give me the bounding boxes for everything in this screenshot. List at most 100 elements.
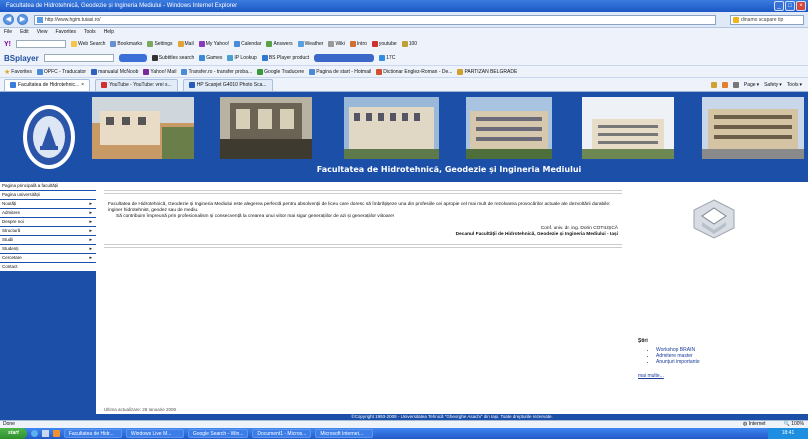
intro-button[interactable]: Intro: [349, 41, 367, 47]
system-tray-clock[interactable]: 18:41: [768, 428, 808, 439]
settings-button[interactable]: Settings: [147, 41, 173, 47]
faculty-seal-logo: [23, 105, 75, 169]
bs-player-product-button[interactable]: BS Player product: [261, 55, 309, 61]
tab-facultatea[interactable]: Facultatea de Hidrotehnic... ×: [4, 78, 91, 91]
subtitles-search-button[interactable]: Subtitles search: [151, 55, 194, 61]
news-heading: Știri: [638, 338, 648, 344]
chevron-right-icon: ▸: [89, 237, 92, 243]
building-photo-4: [466, 97, 552, 159]
page-menu[interactable]: Page ▾: [744, 82, 759, 88]
wiki-button[interactable]: Wiki: [328, 41, 345, 47]
dean-signature: Conf. univ. dr. ing. Dorin COTIUȘCĂ Deca…: [108, 226, 620, 238]
bsplayer-banner[interactable]: [314, 54, 375, 62]
calendar-button[interactable]: Calendar: [234, 41, 261, 47]
menu-edit[interactable]: Edit: [20, 28, 29, 37]
bsplayer-search-button[interactable]: [118, 54, 147, 62]
toolbar-search-field[interactable]: [16, 40, 66, 48]
taskbar-item[interactable]: Facultatea de Hidr...: [63, 429, 122, 438]
games-button[interactable]: Games: [199, 55, 222, 61]
status-text: Done: [3, 421, 15, 427]
tab-close-icon[interactable]: ×: [81, 82, 84, 88]
divider: [104, 190, 622, 191]
youtube-button[interactable]: youtube: [371, 41, 397, 47]
menu-help[interactable]: Help: [104, 28, 114, 37]
internet-zone: ◍ Internet: [742, 421, 766, 427]
bookmarks-button[interactable]: Bookmarks: [110, 41, 142, 47]
site-sidebar-nav: Pagina principală a facultății Pagina un…: [0, 182, 96, 420]
counter-button[interactable]: 100: [401, 41, 417, 47]
print-icon[interactable]: [732, 81, 739, 88]
menu-bar: File Edit View Favorites Tools Help: [0, 28, 808, 37]
web-search-button[interactable]: Web Search: [71, 41, 105, 47]
building-photo-2: [220, 97, 312, 159]
site-header: Facultatea de Hidrotehnică, Geodezie și …: [0, 92, 808, 182]
main-content: Facultatea de Hidrotehnică, Geodezie și …: [96, 182, 630, 412]
maximize-icon[interactable]: □: [785, 1, 795, 11]
last-update-text: Ultima actualizare: 28 Ianuarie 2009: [104, 407, 177, 412]
taskbar-item[interactable]: Document1 - Micros...: [252, 429, 312, 438]
nav-despre-noi[interactable]: Despre noi ▸: [0, 218, 96, 227]
news-list: Workshop BRAIN Admitere master Anunțuri …: [656, 347, 700, 365]
fav-item-transfer[interactable]: Transfer.ro - transfer proba...: [181, 68, 252, 75]
start-button[interactable]: start: [0, 428, 27, 439]
address-input[interactable]: http://www.hgim.tuiasi.ro/: [34, 15, 716, 25]
forward-arrow-icon[interactable]: ▶: [17, 14, 28, 25]
window-title: Facultatea de Hidrotehnică, Geodezie și …: [6, 3, 238, 9]
fav-item-opfc[interactable]: OPFC - Traducator: [36, 68, 86, 75]
nav-studenti[interactable]: Studenți ▸: [0, 245, 96, 254]
menu-file[interactable]: File: [4, 28, 12, 37]
favorites-button[interactable]: ★ Favorites: [4, 68, 32, 76]
taskbar-item[interactable]: Windows Live M...: [125, 429, 184, 438]
nav-pagina-universitatii[interactable]: Pagina universității: [0, 191, 96, 200]
taskbar-item[interactable]: Microsoft Internet...: [315, 429, 374, 438]
nav-noutati[interactable]: Noutăți ▸: [0, 200, 96, 209]
minimize-icon[interactable]: _: [774, 1, 784, 11]
feeds-icon[interactable]: [721, 81, 728, 88]
yahoo-logo-icon[interactable]: Y!: [4, 41, 11, 48]
menu-tools[interactable]: Tools: [84, 28, 96, 37]
chevron-right-icon: ▸: [89, 246, 92, 252]
zoom-level[interactable]: 🔍 100%: [784, 421, 804, 428]
weather-button[interactable]: Weather: [297, 41, 323, 47]
bsplayer-toolbar: BSplayer Subtitles search Games IP Looku…: [0, 51, 808, 65]
fav-item-partizan[interactable]: PARTIZAN BELGRADE: [457, 68, 517, 75]
fav-item-google-traducere[interactable]: Google Traducere: [257, 68, 304, 75]
nav-studii[interactable]: Studii ▸: [0, 236, 96, 245]
my-yahoo-button[interactable]: My Yahoo!: [198, 41, 229, 47]
weather-temp[interactable]: 17C: [379, 55, 395, 61]
building-photo-1: [92, 97, 194, 159]
close-icon[interactable]: ×: [796, 1, 806, 11]
safety-menu[interactable]: Safety ▾: [764, 82, 782, 88]
news-item[interactable]: Anunțuri importante: [656, 359, 700, 365]
quicklaunch-ie-icon[interactable]: [30, 430, 38, 437]
menu-view[interactable]: View: [37, 28, 48, 37]
more-news-link[interactable]: mai multe...: [638, 373, 664, 379]
fav-item-yahoo-mail[interactable]: Yahoo! Mail: [143, 68, 176, 75]
divider: [104, 247, 622, 248]
tab-youtube[interactable]: YouTube - YouTube: vrei s...: [95, 78, 178, 91]
search-input[interactable]: dinamo scapare tip: [730, 15, 804, 25]
building-photo-3: [344, 97, 439, 159]
status-bar: Done ◍ Internet 🔍 100%: [0, 420, 808, 428]
mail-button[interactable]: Mail: [177, 41, 194, 47]
tools-menu[interactable]: Tools ▾: [787, 82, 802, 88]
home-icon[interactable]: [710, 81, 717, 88]
nav-admitere[interactable]: Admitere ▸: [0, 209, 96, 218]
answers-button[interactable]: Answers: [266, 41, 293, 47]
nav-pagina-principala[interactable]: Pagina principală a facultății: [0, 182, 96, 191]
menu-favorites[interactable]: Favorites: [55, 28, 76, 37]
fav-item-hotmail[interactable]: Pagina de start - Hotmail: [309, 68, 371, 75]
nav-structura[interactable]: Structură ▸: [0, 227, 96, 236]
taskbar-item[interactable]: Google Search - Win...: [187, 429, 249, 438]
fav-item-mcnoob[interactable]: manualul McNoob: [91, 68, 138, 75]
quicklaunch-desktop-icon[interactable]: [41, 430, 49, 437]
ip-lookup-button[interactable]: IP Lookup: [227, 55, 257, 61]
bsplayer-logo[interactable]: BSplayer: [4, 54, 39, 63]
bsplayer-search-field[interactable]: [43, 54, 114, 62]
nav-contact[interactable]: Contact: [0, 263, 96, 272]
tab-hp-scanjet[interactable]: HP Scanjet G4010 Photo Sca...: [182, 78, 273, 91]
back-arrow-icon[interactable]: ◀: [3, 14, 14, 25]
nav-cercetare[interactable]: Cercetare ▸: [0, 254, 96, 263]
fav-item-dictionar[interactable]: Dictionar Englez-Roman - De...: [376, 68, 452, 75]
quicklaunch-media-icon[interactable]: [52, 430, 60, 437]
